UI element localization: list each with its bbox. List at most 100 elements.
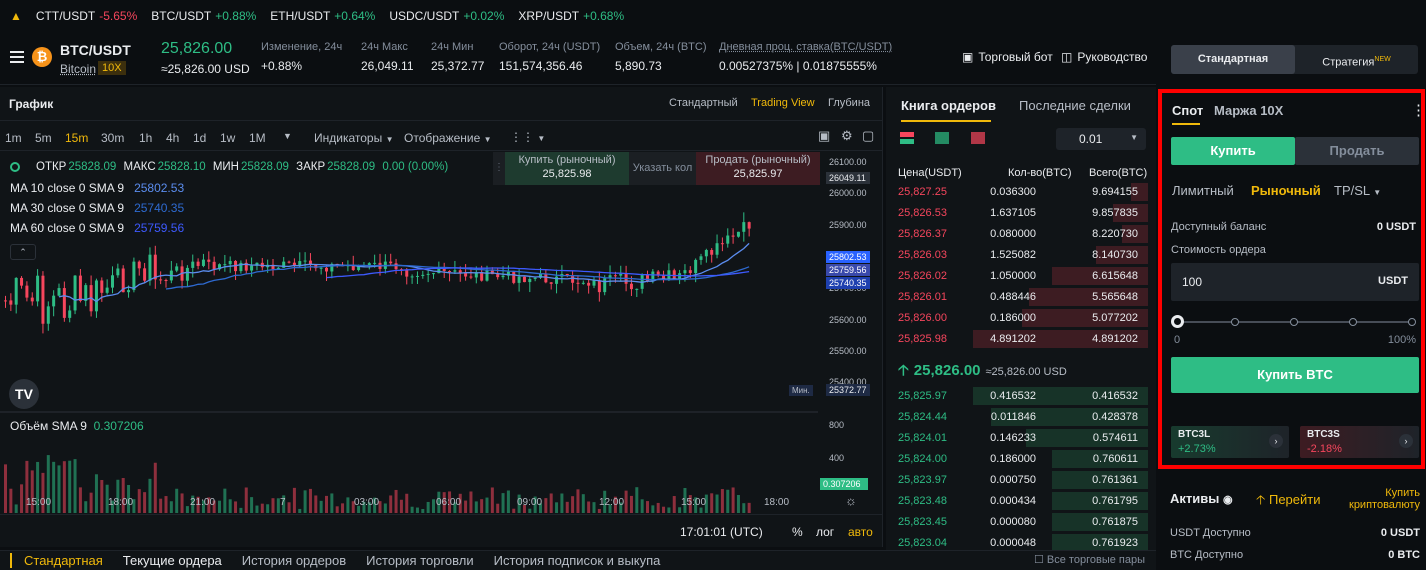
candle-body xyxy=(105,287,109,293)
ask-row[interactable]: 25,826.53 1.637105 9.857835 xyxy=(886,203,1148,223)
volume-bar xyxy=(560,493,564,513)
timeframe-4h[interactable]: 4h xyxy=(166,131,179,145)
bid-row[interactable]: 25,823.48 0.000434 0.761795 xyxy=(886,491,1148,511)
ask-row[interactable]: 25,825.98 4.891202 4.891202 xyxy=(886,329,1148,349)
ticker-item[interactable]: XRP/USDT +0.68% xyxy=(518,9,624,23)
collapse-legend-button[interactable]: ⌃ xyxy=(10,244,36,260)
layout-asks-icon[interactable] xyxy=(971,132,985,144)
bottom-tabs: Стандартная Текущие ордера История ордер… xyxy=(0,550,1156,570)
ob-qty: 0.186000 xyxy=(990,453,1036,465)
candle-body xyxy=(688,270,692,274)
slider-handle[interactable] xyxy=(1171,315,1184,328)
bid-row[interactable]: 25,824.44 0.011846 0.428378 xyxy=(886,407,1148,427)
ask-row[interactable]: 25,826.01 0.488446 5.565648 xyxy=(886,287,1148,307)
bid-row[interactable]: 25,823.45 0.000080 0.761875 xyxy=(886,512,1148,532)
timeframe-30m[interactable]: 30m xyxy=(101,131,124,145)
buy-market-button[interactable]: Купить (рыночный) 25,825.98 xyxy=(505,152,629,185)
tab-trade-history[interactable]: История торговли xyxy=(366,553,473,568)
layout-bids-icon[interactable] xyxy=(935,132,949,144)
ask-row[interactable]: 25,827.25 0.036300 9.694155 xyxy=(886,182,1148,202)
volume-bar xyxy=(218,500,221,513)
go-link[interactable]: 🡡 Перейти xyxy=(1256,491,1320,513)
bid-row[interactable]: 25,824.01 0.146233 0.574611 xyxy=(886,428,1148,448)
tab-standard[interactable]: Стандартная xyxy=(10,553,103,568)
order-value-input[interactable]: 100 USDT xyxy=(1171,263,1419,301)
ticker-item[interactable]: CTT/USDT -5.65% xyxy=(36,9,137,23)
tab-order-book[interactable]: Книга ордеров xyxy=(901,98,996,113)
menu-icon[interactable] xyxy=(10,51,24,63)
trading-bot-button[interactable]: ▣ Торговый бот xyxy=(962,50,1053,64)
volume-bar xyxy=(597,508,601,513)
ask-row[interactable]: 25,826.00 0.186000 5.077202 xyxy=(886,308,1148,328)
buy-tab-button[interactable]: Купить xyxy=(1171,137,1295,165)
amount-slider[interactable] xyxy=(1171,315,1417,329)
fullscreen-icon[interactable]: ▢ xyxy=(862,128,874,144)
ticker-item[interactable]: ETH/USDT +0.64% xyxy=(270,9,375,23)
ob-qty: 0.146233 xyxy=(990,432,1036,444)
drag-handle-icon[interactable]: ⋮ xyxy=(493,152,505,185)
tab-spot[interactable]: Спот xyxy=(1172,103,1203,118)
ask-row[interactable]: 25,826.03 1.525082 8.140730 xyxy=(886,245,1148,265)
mode-standard-button[interactable]: Стандартная xyxy=(1171,45,1295,74)
bid-row[interactable]: 25,823.97 0.000750 0.761361 xyxy=(886,470,1148,490)
ask-row[interactable]: 25,826.37 0.080000 8.220730 xyxy=(886,224,1148,244)
etf-btc3l[interactable]: BTC3L +2.73% › xyxy=(1171,426,1289,458)
sun-icon[interactable]: ☼ xyxy=(845,493,857,508)
buy-market-label: Купить (рыночный) xyxy=(518,154,616,166)
bid-row[interactable]: 25,824.00 0.186000 0.760611 xyxy=(886,449,1148,469)
ticker-item[interactable]: BTC/USDT +0.88% xyxy=(151,9,256,23)
bid-row[interactable]: 25,825.97 0.416532 0.416532 xyxy=(886,386,1148,406)
type-limit[interactable]: Лимитный xyxy=(1172,183,1234,198)
display-button[interactable]: Отображение ▼ xyxy=(404,131,492,145)
camera-icon[interactable]: ▣ xyxy=(818,128,830,144)
ob-qty: 4.891202 xyxy=(990,333,1036,345)
interval-dropdown-icon[interactable]: ▼ xyxy=(283,131,292,141)
view-tradingview[interactable]: Trading View xyxy=(751,97,815,109)
candle-body xyxy=(426,273,430,275)
precision-select[interactable]: 0.01 ▼ xyxy=(1056,128,1146,150)
more-icon[interactable]: ⋮ xyxy=(1411,101,1426,119)
volume-bar xyxy=(57,465,61,513)
sell-market-button[interactable]: Продать (рыночный) 25,825.97 xyxy=(696,152,820,185)
sell-tab-button[interactable]: Продать xyxy=(1295,137,1419,165)
timeframe-5m[interactable]: 5m xyxy=(35,131,52,145)
mode-strategy-button[interactable]: СтратегияNEW xyxy=(1295,45,1418,74)
timeframe-1h[interactable]: 1h xyxy=(139,131,152,145)
layout-both-icon[interactable] xyxy=(900,132,914,144)
view-depth[interactable]: Глубина xyxy=(828,97,870,109)
all-pairs-checkbox[interactable]: ☐ Все торговые пары xyxy=(1034,553,1145,566)
quantity-input[interactable]: Указать кол xyxy=(629,152,696,185)
log-toggle[interactable]: лог xyxy=(816,525,834,539)
x-tick-label: 09:00 xyxy=(517,497,543,508)
type-tpsl[interactable]: TP/SL ▼ xyxy=(1334,183,1381,198)
balance-value: 0 USDT xyxy=(1376,221,1416,233)
eye-icon[interactable]: ◉ xyxy=(1223,494,1233,506)
indicators-button[interactable]: Индикаторы ▼ xyxy=(314,131,393,145)
candle-body xyxy=(731,235,735,237)
stat-1: 24ч Макс 26,049.11 xyxy=(361,41,414,73)
tab-recent-trades[interactable]: Последние сделки xyxy=(1019,98,1131,113)
tab-margin[interactable]: Маржа 10X xyxy=(1214,103,1283,118)
view-standard[interactable]: Стандартный xyxy=(669,97,738,109)
tab-open-orders[interactable]: Текущие ордера xyxy=(123,553,222,568)
timeframe-1M[interactable]: 1M xyxy=(249,131,266,145)
tab-order-history[interactable]: История ордеров xyxy=(242,553,346,568)
timeframe-15m[interactable]: 15m xyxy=(65,131,88,145)
type-market[interactable]: Рыночный xyxy=(1251,183,1321,198)
utc-clock[interactable]: 17:01:01 (UTC) xyxy=(680,525,763,539)
ticker-item[interactable]: USDC/USDT +0.02% xyxy=(389,9,504,23)
buy-crypto-link[interactable]: Купить криптовалюту xyxy=(1343,487,1420,511)
timeframe-1w[interactable]: 1w xyxy=(220,131,235,145)
settings-icon[interactable]: ⚙ xyxy=(841,128,853,144)
buy-btc-button[interactable]: Купить BTC xyxy=(1171,357,1419,393)
timeframe-1m[interactable]: 1m xyxy=(5,131,22,145)
etf-btc3s[interactable]: BTC3S -2.18% › xyxy=(1300,426,1419,458)
pair-title[interactable]: BTC/USDT xyxy=(60,42,131,58)
ask-row[interactable]: 25,826.02 1.050000 6.615648 xyxy=(886,266,1148,286)
timeframe-1d[interactable]: 1d xyxy=(193,131,206,145)
tab-subscription-history[interactable]: История подписок и выкупа xyxy=(494,553,661,568)
auto-toggle[interactable]: авто xyxy=(848,525,873,539)
guide-button[interactable]: ◫ Руководство xyxy=(1061,50,1147,64)
percent-toggle[interactable]: % xyxy=(792,525,803,539)
chart-type-icon[interactable]: ⋮⋮ ▼ xyxy=(510,130,545,144)
